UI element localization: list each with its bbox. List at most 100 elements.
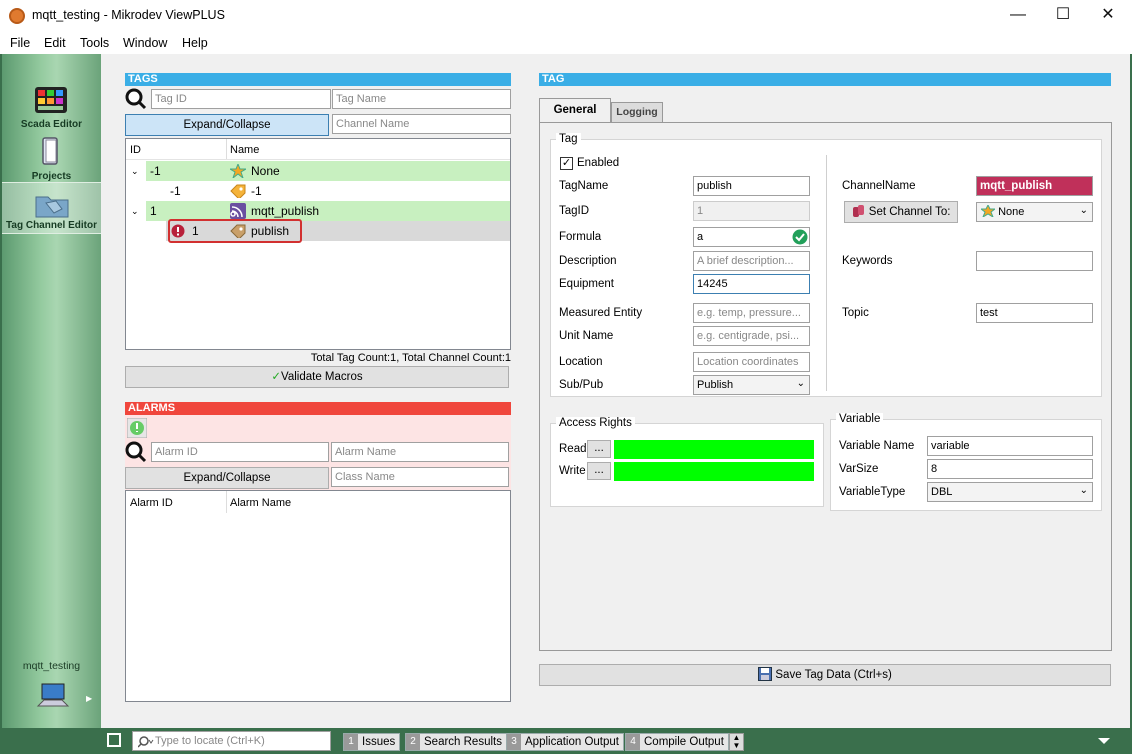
topic-input[interactable]: test xyxy=(976,303,1093,323)
keywords-label: Keywords xyxy=(842,255,893,267)
variabletype-select[interactable]: DBL ⌄ xyxy=(927,482,1093,502)
measured-entity-input[interactable]: e.g. temp, pressure... xyxy=(693,303,810,323)
application-output-tab[interactable]: 3 Application Output xyxy=(506,733,624,751)
close-button[interactable]: ✕ xyxy=(1085,0,1131,32)
equipment-input[interactable]: 14245 xyxy=(693,274,810,294)
write-access-bar[interactable] xyxy=(614,462,814,481)
search-results-tab[interactable]: 2 Search Results xyxy=(405,733,507,751)
tags-tree[interactable]: ID Name ⌄ -1 None -1 -1 ⌄ 1 mqtt_publish… xyxy=(125,138,511,350)
menu-window[interactable]: Window xyxy=(123,36,167,50)
chevron-down-icon: ⌄ xyxy=(1079,205,1088,216)
variable-name-input[interactable]: variable xyxy=(927,436,1093,456)
set-channel-button[interactable]: Set Channel To: xyxy=(844,201,958,223)
class-name-input[interactable]: Class Name xyxy=(331,467,509,487)
tree-row-tag-selected[interactable]: 1 publish xyxy=(126,219,510,243)
validate-macros-button[interactable]: ✓Validate Macros xyxy=(125,366,509,388)
sidebar-item-label: Scada Editor xyxy=(20,119,83,130)
tab-logging[interactable]: Logging xyxy=(611,102,663,123)
output-pane-arrows-icon[interactable]: ▲ ▼ xyxy=(729,733,744,751)
set-channel-select[interactable]: None ⌄ xyxy=(976,202,1093,222)
main-frame: Scada Editor Projects Tag Channel Editor… xyxy=(0,54,1132,754)
tag-icon xyxy=(230,224,246,238)
chevron-down-icon: ⌄ xyxy=(1079,485,1088,496)
tree-row-id: -1 xyxy=(170,184,181,198)
window-title: mqtt_testing - Mikrodev ViewPLUS xyxy=(32,8,225,22)
content-area: TAGS Tag ID Tag Name Expand/Collapse Cha… xyxy=(101,54,1130,728)
formula-label: Formula xyxy=(559,231,602,243)
sidebar-item-scada-editor[interactable]: Scada Editor xyxy=(2,80,101,132)
sidebar-item-label: Tag Channel Editor xyxy=(6,220,97,231)
title-bar: mqtt_testing - Mikrodev ViewPLUS — ☐ ✕ xyxy=(0,0,1132,32)
issues-tab[interactable]: 1 Issues xyxy=(343,733,401,751)
channel-name-input[interactable]: Channel Name xyxy=(332,114,511,134)
subpub-select[interactable]: Publish ⌄ xyxy=(693,375,810,395)
locate-input[interactable]: Type to locate (Ctrl+K) xyxy=(132,731,331,751)
expand-arrow-icon[interactable]: ▶ xyxy=(86,694,92,703)
tree-row-channel-none[interactable]: ⌄ -1 None xyxy=(126,161,510,181)
description-label: Description xyxy=(559,255,617,267)
tree-row-channel-mqtt[interactable]: ⌄ 1 mqtt_publish xyxy=(126,201,510,221)
project-name: mqtt_testing xyxy=(22,660,81,672)
sidebar-item-tag-channel-editor[interactable]: Tag Channel Editor xyxy=(2,182,101,234)
varsize-input[interactable]: 8 xyxy=(927,459,1093,479)
channel-none-icon xyxy=(979,203,997,219)
unit-name-input[interactable]: e.g. centigrade, psi... xyxy=(693,326,810,346)
computer-icon[interactable] xyxy=(36,682,70,710)
access-rights-title: Access Rights xyxy=(556,417,635,429)
save-tag-data-button[interactable]: Save Tag Data (Ctrl+s) xyxy=(539,664,1111,686)
location-input[interactable]: Location coordinates xyxy=(693,352,810,372)
minimize-button[interactable]: — xyxy=(995,0,1041,32)
read-access-bar[interactable] xyxy=(614,440,814,459)
tag-id-input[interactable]: Tag ID xyxy=(151,89,331,109)
alarms-header: ALARMS xyxy=(125,402,511,415)
equipment-label: Equipment xyxy=(559,278,614,290)
channel-none-icon xyxy=(230,164,246,178)
tags-expand-collapse-button[interactable]: Expand/Collapse xyxy=(125,114,329,136)
tags-totals: Total Tag Count:1, Total Channel Count:1 xyxy=(310,352,511,364)
variable-name-label: Variable Name xyxy=(839,440,915,452)
save-icon xyxy=(758,667,773,681)
subpub-label: Sub/Pub xyxy=(559,379,604,391)
tag-panel: Tag ✓ Enabled TagName publish TagID 1 Fo… xyxy=(539,122,1112,651)
tag-name-input[interactable]: Tag Name xyxy=(332,89,511,109)
sidebar-item-projects[interactable]: Projects xyxy=(2,132,101,184)
alarms-expand-collapse-button[interactable]: Expand/Collapse xyxy=(125,467,329,489)
add-alarm-icon[interactable] xyxy=(127,418,147,438)
tagname-input[interactable]: publish xyxy=(693,176,810,196)
sidebar-toggle-icon[interactable] xyxy=(107,733,121,747)
tree-row-name: None xyxy=(251,164,280,178)
collapse-arrow-icon[interactable]: ⌄ xyxy=(131,161,139,181)
collapse-arrow-icon[interactable]: ⌄ xyxy=(131,201,139,221)
read-browse-button[interactable]: ... xyxy=(587,440,611,458)
search-icon[interactable] xyxy=(125,88,147,110)
sidebar-item-label: Projects xyxy=(31,171,72,182)
enabled-checkbox[interactable]: ✓ xyxy=(560,157,573,170)
enabled-label: Enabled xyxy=(577,157,620,169)
compile-output-tab[interactable]: 4 Compile Output xyxy=(625,733,729,751)
alarm-id-input[interactable]: Alarm ID xyxy=(151,442,329,462)
menu-edit[interactable]: Edit xyxy=(44,36,66,50)
menu-file[interactable]: File xyxy=(10,36,30,50)
write-browse-button[interactable]: ... xyxy=(587,462,611,480)
channel-link-icon xyxy=(852,205,864,217)
tree-row-tag[interactable]: -1 -1 xyxy=(126,181,510,201)
search-icon xyxy=(138,736,154,748)
menu-help[interactable]: Help xyxy=(182,36,208,50)
tags-col-id: ID xyxy=(130,144,141,156)
alarms-list[interactable]: Alarm ID Alarm Name xyxy=(125,490,511,702)
maximize-button[interactable]: ☐ xyxy=(1040,0,1086,32)
variable-title: Variable xyxy=(836,413,884,425)
variabletype-label: VariableType xyxy=(839,486,906,498)
description-input[interactable]: A brief description... xyxy=(693,251,810,271)
alarms-col-id: Alarm ID xyxy=(130,497,173,509)
search-icon[interactable] xyxy=(125,441,147,463)
menu-tools[interactable]: Tools xyxy=(80,36,109,50)
keywords-input[interactable] xyxy=(976,251,1093,271)
tab-general[interactable]: General xyxy=(539,98,611,123)
tagname-label: TagName xyxy=(559,180,609,192)
write-label: Write xyxy=(559,465,586,477)
alarm-name-input[interactable]: Alarm Name xyxy=(331,442,509,462)
app-icon xyxy=(9,8,25,24)
unit-name-label: Unit Name xyxy=(559,330,614,342)
status-bar: Type to locate (Ctrl+K) 1 Issues 2 Search … xyxy=(101,728,1130,754)
